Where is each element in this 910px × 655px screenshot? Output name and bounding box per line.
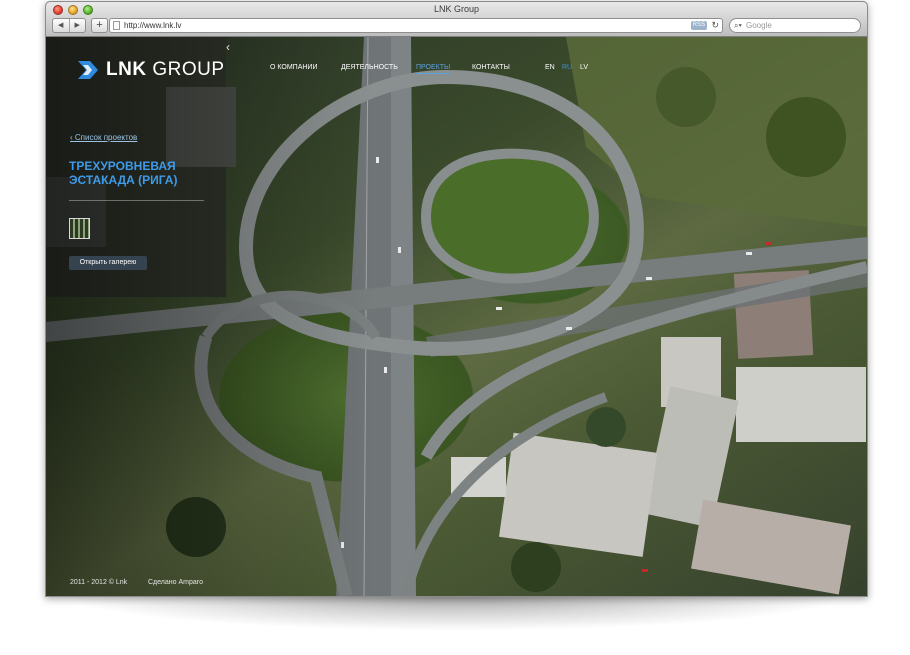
- breadcrumb-project-list[interactable]: ‹ Список проектов: [70, 133, 137, 142]
- reload-icon[interactable]: ↻: [711, 19, 719, 32]
- project-title: ТРЕХУРОВНЕВАЯ ЭСТАКАДА (РИГА): [69, 159, 178, 187]
- lang-ru[interactable]: RU: [562, 64, 572, 71]
- title-divider: [69, 200, 204, 201]
- address-bar[interactable]: http://www.lnk.lv RSS ↻: [109, 18, 723, 33]
- lnk-logo-icon: [78, 61, 98, 79]
- site-logo[interactable]: LNK GROUP: [76, 59, 225, 81]
- search-icon: ⌕▾: [734, 21, 742, 30]
- window-title: LNK Group: [433, 4, 480, 14]
- add-bookmark-button[interactable]: +: [91, 18, 108, 33]
- lang-lv[interactable]: LV: [580, 64, 588, 71]
- page-icon: [113, 21, 120, 30]
- collapse-arrow-icon[interactable]: ‹: [226, 40, 230, 54]
- gallery-thumbnail[interactable]: [69, 218, 90, 239]
- nav-item-company[interactable]: О КОМПАНИИ: [270, 64, 317, 71]
- url-text[interactable]: http://www.lnk.lv: [124, 19, 181, 32]
- forward-icon[interactable]: ▶: [70, 19, 86, 32]
- footer-copyright: 2011 - 2012 © Lnk: [70, 579, 128, 586]
- nav-item-projects[interactable]: ПРОЕКТЫ: [416, 64, 451, 74]
- open-gallery-button[interactable]: Открыть галерею: [69, 256, 147, 270]
- search-field[interactable]: ⌕▾ Google: [729, 18, 861, 33]
- lang-en[interactable]: EN: [545, 64, 555, 71]
- search-placeholder: Google: [746, 21, 772, 30]
- footer-made-by[interactable]: Сделано Amparo: [148, 579, 203, 586]
- logo-text-bold: LNK: [106, 59, 147, 80]
- aerial-interchange-photo: [46, 37, 867, 596]
- browser-titlebar: LNK Group ◀ ▶ + http://www.lnk.lv RSS ↻ …: [46, 2, 867, 37]
- nav-item-contacts[interactable]: КОНТАКТЫ: [472, 64, 510, 71]
- nav-item-activity[interactable]: ДЕЯТЕЛЬНОСТЬ: [341, 64, 398, 71]
- rss-badge[interactable]: RSS: [690, 21, 707, 30]
- back-icon[interactable]: ◀: [53, 19, 70, 32]
- logo-text: LNK GROUP: [106, 59, 225, 81]
- logo-text-thin: GROUP: [146, 59, 225, 80]
- web-page: LNK GROUP ‹ О КОМПАНИИ ДЕЯТЕЛЬНОСТЬ ПРОЕ…: [46, 37, 867, 596]
- browser-window: LNK Group ◀ ▶ + http://www.lnk.lv RSS ↻ …: [45, 1, 868, 597]
- history-buttons: ◀ ▶: [52, 18, 86, 33]
